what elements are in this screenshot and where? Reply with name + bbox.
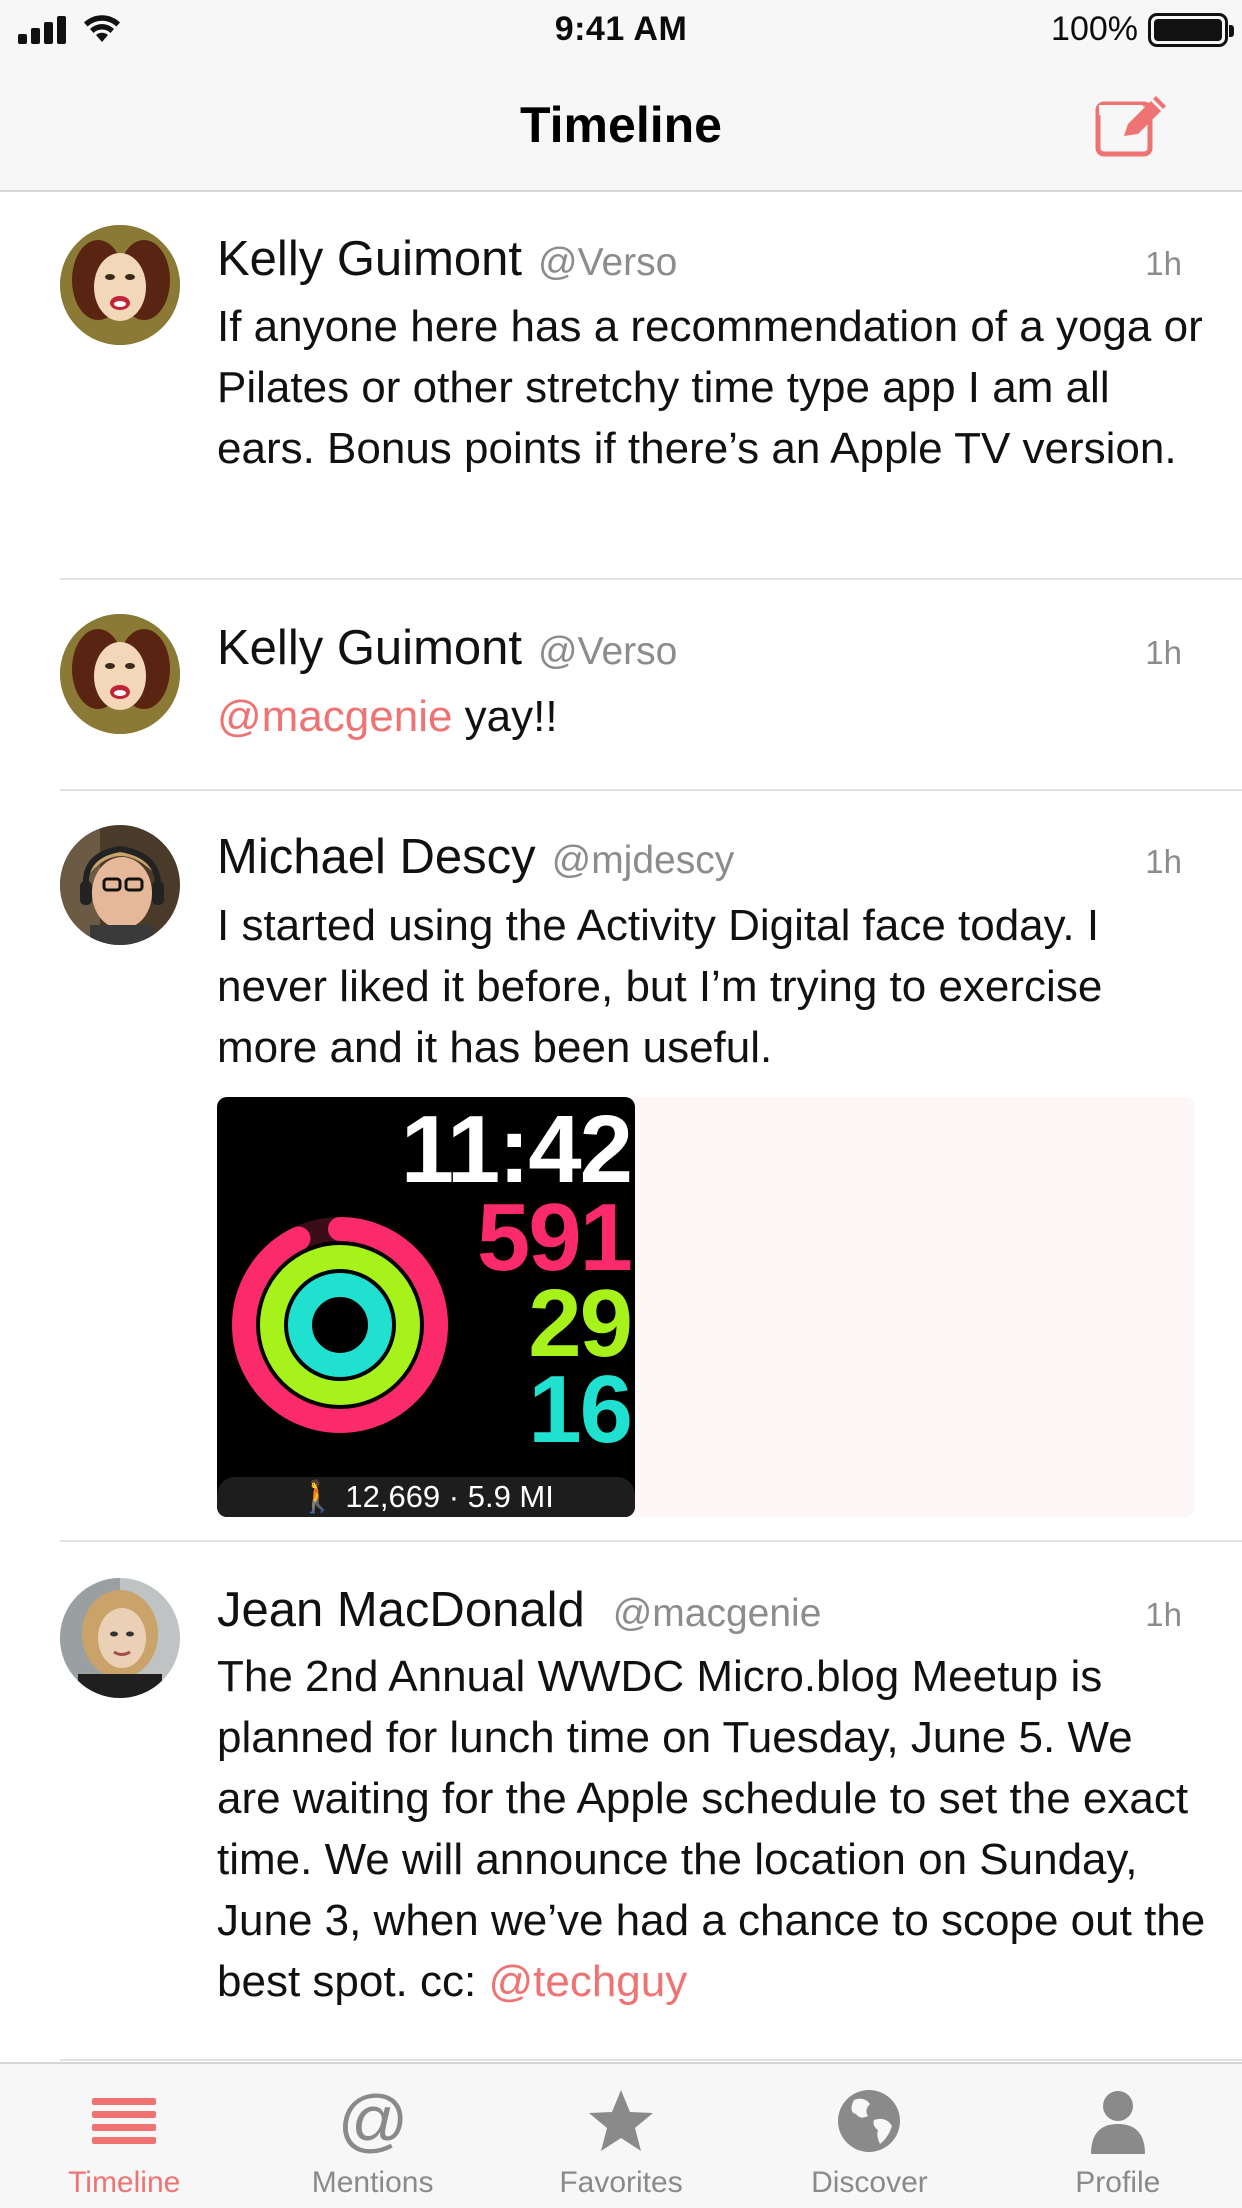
watch-footer: 🚶 12,669 · 5.9 MI [217,1477,635,1517]
post-image[interactable]: 11:42 591 29 16 🚶 12,669 · 5.9 MI [217,1097,635,1517]
avatar[interactable] [60,825,180,945]
status-bar: 9:41 AM 100% [0,0,1242,62]
post-text: @macgenie yay!! [217,686,1207,747]
post-text-main: The 2nd Annual WWDC Micro.blog Meetup is… [217,1652,1206,2006]
tab-label: Discover [811,2166,928,2199]
post-timestamp: 1h [1145,634,1182,671]
person-icon [1090,2091,1145,2154]
post-timestamp: 1h [1145,1596,1182,1633]
post-timestamp: 1h [1145,843,1182,880]
author-name[interactable]: Jean MacDonald [217,1582,585,1638]
tab-favorites[interactable]: Favorites [497,2064,745,2208]
post-timestamp: 1h [1145,245,1182,282]
tab-bar: Timeline @ Mentions Favorites Discover P… [0,2062,1242,2208]
author-name[interactable]: Kelly Guimont [217,620,522,676]
author-name[interactable]: Kelly Guimont [217,231,522,287]
mention-link[interactable]: @macgenie [217,692,452,741]
tab-timeline[interactable]: Timeline [0,2064,248,2208]
compose-icon [1095,96,1166,157]
compose-button[interactable] [1094,92,1174,158]
author-handle[interactable]: @macgenie [613,1592,822,1636]
avatar[interactable] [60,225,180,345]
post-text: The 2nd Annual WWDC Micro.blog Meetup is… [217,1646,1207,2012]
timeline-feed: Kelly Guimont @Verso 1h If anyone here h… [0,193,1242,2061]
globe-icon [838,2090,901,2152]
battery-icon [1148,12,1234,47]
status-right: 100% [1051,10,1234,49]
star-icon [589,2090,654,2151]
navigation-bar: Timeline [0,62,1242,192]
tab-label: Favorites [559,2166,683,2199]
page-title: Timeline [520,97,722,153]
post-header: Kelly Guimont @Verso 1h [217,231,1182,287]
tab-label: Profile [1075,2166,1161,2199]
timeline-icon [92,2098,157,2144]
watch-steps-distance: 12,669 · 5.9 MI [345,1479,554,1514]
post-item[interactable]: Michael Descy @mjdescy 1h I started usin… [0,791,1242,1542]
avatar[interactable] [60,1578,180,1698]
post-item[interactable]: Kelly Guimont @Verso 1h If anyone here h… [0,193,1242,580]
post-text: I started using the Activity Digital fac… [217,901,1103,1072]
tab-profile[interactable]: Profile [994,2064,1242,2208]
tab-discover[interactable]: Discover [745,2064,993,2208]
author-handle[interactable]: @Verso [538,241,677,285]
tab-label: Timeline [68,2166,181,2199]
avatar[interactable] [60,614,180,734]
author-handle[interactable]: @mjdescy [552,839,735,883]
mention-link[interactable]: @techguy [488,1957,687,2006]
author-handle[interactable]: @Verso [538,630,677,674]
walking-icon: 🚶 [298,1479,337,1514]
watch-stand-value: 16 [528,1356,633,1463]
post-item[interactable]: Jean MacDonald @macgenie 1h The 2nd Annu… [0,1542,1242,2061]
divider [60,2059,1242,2061]
post-text: If anyone here has a recommendation of a… [217,302,1203,473]
svg-text:@: @ [338,2086,408,2156]
tab-mentions[interactable]: @ Mentions [248,2064,496,2208]
at-sign-icon: @ [338,2086,408,2156]
post-item[interactable]: Kelly Guimont @Verso 1h @macgenie yay!! [0,580,1242,791]
post-header: Jean MacDonald @macgenie 1h [217,1582,1182,1638]
author-name[interactable]: Michael Descy [217,829,536,885]
tab-label: Mentions [311,2166,434,2199]
battery-percentage: 100% [1051,10,1138,48]
post-text-rest: yay!! [452,692,558,741]
post-attachment-area: 11:42 591 29 16 🚶 12,669 · 5.9 MI [217,1097,1195,1517]
post-header: Kelly Guimont @Verso 1h [217,620,1182,676]
post-header: Michael Descy @mjdescy 1h [217,829,1182,885]
